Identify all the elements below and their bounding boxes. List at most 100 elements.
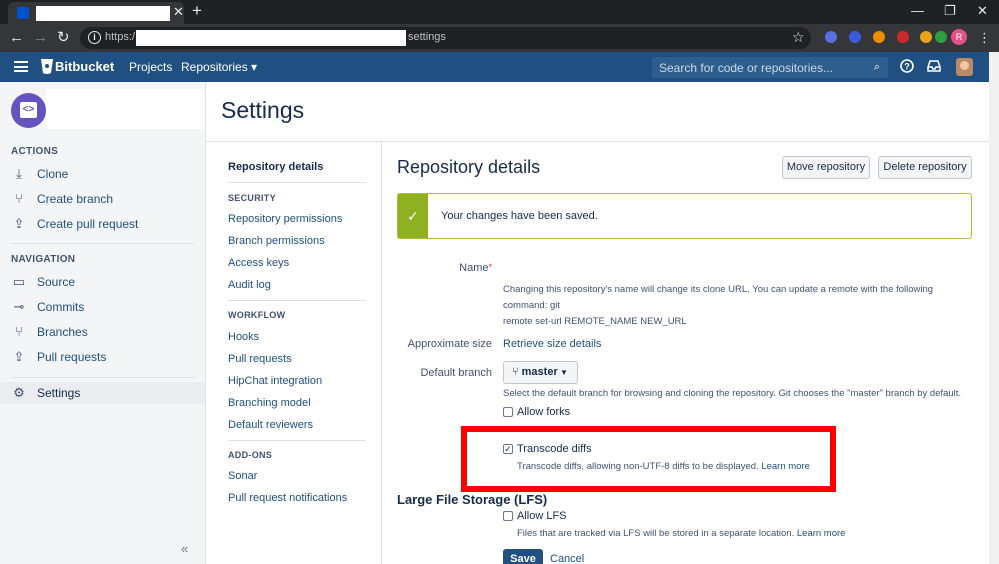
svg-text:?: ?: [904, 62, 910, 72]
bitbucket-header: Bitbucket Projects Repositories ▾ Search…: [0, 52, 999, 82]
sidebar-item-create-branch[interactable]: ⑂ Create branch: [0, 188, 205, 210]
allow-forks-label: Allow forks: [517, 406, 571, 418]
allow-forks-checkbox[interactable]: [503, 407, 513, 417]
settings-nav-branch-permissions[interactable]: Branch permissions: [228, 235, 325, 247]
help-icon[interactable]: ?: [900, 59, 914, 76]
sidebar-item-commits[interactable]: ⊸ Commits: [0, 296, 205, 318]
name-description: Changing this repository's name will cha…: [503, 284, 934, 327]
sidebar-item-create-pull-request[interactable]: ⇪ Create pull request: [0, 213, 205, 235]
url-prefix: https:/: [105, 31, 135, 43]
cancel-link[interactable]: Cancel: [550, 553, 584, 564]
settings-nav-repository-permissions[interactable]: Repository permissions: [228, 213, 342, 225]
lfs-section-title: Large File Storage (LFS): [397, 492, 548, 507]
source-icon: ▭: [12, 274, 26, 289]
minimize-icon[interactable]: —: [911, 3, 924, 19]
search-icon[interactable]: ⌕: [874, 61, 880, 74]
scrollbar-top: [989, 52, 999, 82]
settings-nav-pull-request-notifications[interactable]: Pull request notifications: [228, 492, 347, 504]
sidebar-item-clone[interactable]: ⤓ Clone: [0, 163, 205, 185]
collapse-sidebar-icon[interactable]: «: [181, 541, 188, 556]
extension-4-icon[interactable]: [897, 31, 909, 43]
bitbucket-logo-icon[interactable]: [40, 58, 54, 75]
settings-nav-hooks[interactable]: Hooks: [228, 331, 259, 343]
inbox-icon[interactable]: [927, 59, 941, 76]
nav-projects[interactable]: Projects: [129, 60, 172, 74]
settings-nav-repository-details[interactable]: Repository details: [228, 161, 323, 173]
commit-icon: ⊸: [13, 299, 25, 314]
size-label: Approximate size: [407, 338, 492, 350]
branch-create-icon: ⑂: [15, 191, 23, 206]
forward-icon[interactable]: →: [33, 29, 48, 47]
url-redacted: [136, 30, 406, 46]
extension-3-icon[interactable]: [873, 31, 885, 43]
address-bar[interactable]: i https:/ settings ☆: [80, 27, 811, 49]
red-highlight-box: [461, 426, 836, 492]
default-branch-select[interactable]: ⑂ master ▼: [503, 361, 578, 384]
tab-title-redacted: [36, 6, 170, 21]
extension-6-icon[interactable]: [935, 31, 947, 43]
retrieve-size-link[interactable]: Retrieve size details: [503, 338, 601, 350]
branch-icon: ⑂: [512, 366, 522, 378]
settings-nav-divider: [228, 440, 366, 441]
new-tab-icon[interactable]: +: [192, 2, 202, 20]
required-marker: *: [488, 262, 492, 272]
sidebar-item-source[interactable]: ▭ Source: [0, 271, 205, 293]
pull-request-icon: ⇪: [13, 349, 25, 364]
allow-lfs-checkbox[interactable]: [503, 511, 513, 521]
restore-icon[interactable]: ❐: [944, 3, 956, 19]
reload-icon[interactable]: ↻: [57, 29, 70, 47]
settings-nav-divider: [228, 300, 366, 301]
repository-avatar[interactable]: <>: [11, 93, 46, 128]
settings-nav-hipchat-integration[interactable]: HipChat integration: [228, 375, 322, 387]
close-tab-icon[interactable]: ✕: [173, 4, 184, 20]
back-icon[interactable]: ←: [9, 29, 24, 47]
brand-name[interactable]: Bitbucket: [55, 59, 114, 74]
sidebar-item-label: Branches: [37, 325, 88, 339]
search-box[interactable]: Search for code or repositories... ⌕: [652, 57, 888, 78]
sidebar-item-label: Settings: [37, 386, 81, 400]
settings-nav-sonar[interactable]: Sonar: [228, 470, 257, 482]
profile-avatar[interactable]: R: [951, 29, 967, 45]
sidebar-item-settings[interactable]: ⚙ Settings: [0, 382, 205, 404]
content-title: Repository details: [397, 157, 541, 177]
browser-tab[interactable]: ✕: [8, 2, 184, 24]
nav-repositories[interactable]: Repositories ▾: [181, 60, 257, 74]
save-button[interactable]: Save: [503, 549, 543, 564]
default-branch-label: Default branch: [420, 367, 492, 379]
sidebar-item-label: Pull requests: [37, 350, 107, 364]
info-icon[interactable]: i: [88, 31, 101, 44]
default-branch-description: Select the default branch for browsing a…: [503, 388, 962, 399]
move-repository-button[interactable]: Move repository: [782, 156, 870, 179]
settings-nav-default-reviewers[interactable]: Default reviewers: [228, 419, 313, 431]
bookmark-star-icon[interactable]: ☆: [792, 29, 805, 46]
close-window-icon[interactable]: ✕: [977, 3, 988, 19]
search-input[interactable]: Search for code or repositories...: [659, 61, 833, 75]
settings-nav-access-keys[interactable]: Access keys: [228, 257, 289, 269]
user-avatar[interactable]: [956, 58, 973, 76]
page-title: Settings: [221, 97, 305, 123]
repository-sidebar: <> ACTIONS ⤓ Clone ⑂ Create branch ⇪ Cre…: [0, 82, 206, 564]
browser-menu-icon[interactable]: ⋮: [978, 30, 991, 46]
settings-nav-pull-requests[interactable]: Pull requests: [228, 353, 292, 365]
settings-nav-heading-workflow: WORKFLOW: [228, 310, 286, 320]
extension-1-icon[interactable]: [825, 31, 837, 43]
page-scrollbar[interactable]: [989, 82, 999, 564]
hamburger-menu-icon[interactable]: [14, 61, 28, 72]
repository-name-redacted: [46, 89, 204, 129]
settings-nav-audit-log[interactable]: Audit log: [228, 279, 271, 291]
sidebar-item-label: Source: [37, 275, 76, 289]
sidebar-item-pull-requests[interactable]: ⇪ Pull requests: [0, 346, 205, 368]
settings-nav-branching-model[interactable]: Branching model: [228, 397, 311, 409]
sidebar-item-label: Commits: [37, 300, 85, 314]
extension-5-icon[interactable]: [920, 31, 932, 43]
branch-icon: ⑂: [15, 324, 23, 339]
sidebar-item-branches[interactable]: ⑂ Branches: [0, 321, 205, 343]
success-message: ✓ Your changes have been saved.: [397, 193, 972, 239]
pull-request-create-icon: ⇪: [13, 216, 25, 231]
lfs-learn-more-link[interactable]: Learn more: [797, 528, 846, 539]
download-icon: ⤓: [16, 166, 22, 181]
url-suffix: settings: [408, 31, 446, 43]
extension-2-icon[interactable]: [849, 31, 861, 43]
success-text: Your changes have been saved.: [441, 210, 598, 222]
delete-repository-button[interactable]: Delete repository: [878, 156, 972, 179]
